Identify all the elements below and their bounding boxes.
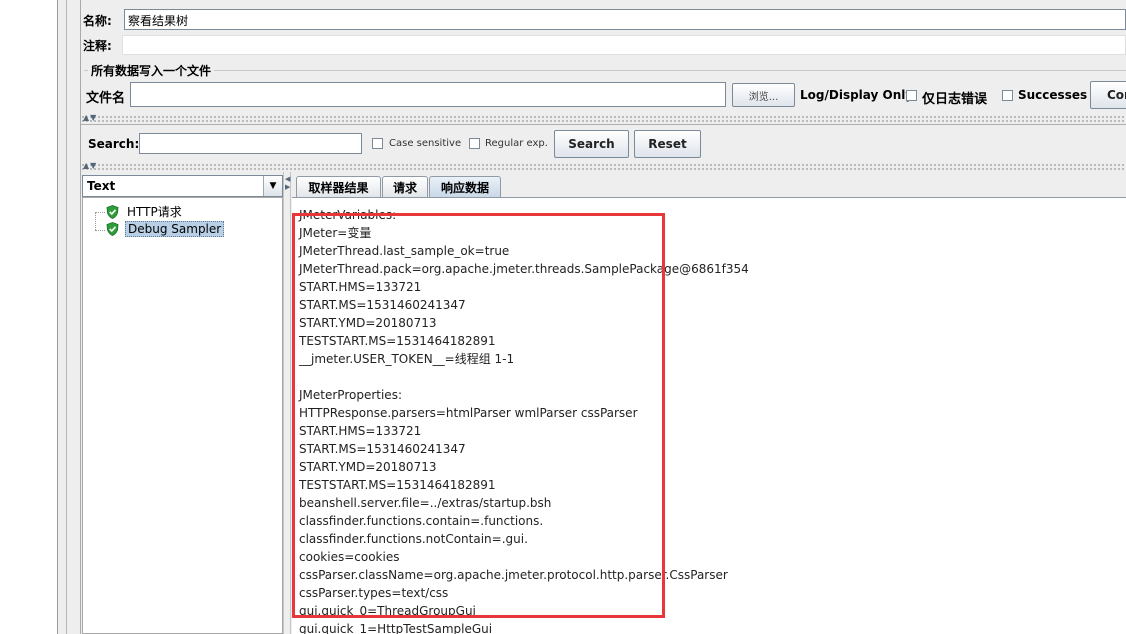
response-line: classfinder.functions.contain=.functions… xyxy=(299,514,544,528)
response-line: JMeterThread.pack=org.apache.jmeter.thre… xyxy=(299,262,749,276)
tree-item-label: Debug Sampler xyxy=(125,221,225,237)
search-panel-border xyxy=(81,124,1126,125)
tree-item-debug-sampler[interactable]: Debug Sampler xyxy=(106,221,225,237)
left-blank-area xyxy=(0,0,57,634)
search-input[interactable] xyxy=(139,133,362,154)
filename-label: 文件名 xyxy=(86,91,126,106)
comment-input[interactable] xyxy=(122,35,1126,55)
left-gutter xyxy=(58,0,67,634)
name-input[interactable]: 察看结果树 xyxy=(124,9,1126,30)
success-shield-icon xyxy=(106,204,119,219)
configure-button[interactable]: Con xyxy=(1090,81,1126,109)
response-line: __jmeter.USER_TOKEN__=线程组 1-1 xyxy=(299,352,515,366)
successes-checkbox[interactable] xyxy=(1002,90,1013,101)
reset-button[interactable]: Reset xyxy=(634,130,701,158)
tree-connector-h xyxy=(95,230,105,232)
response-line: START.MS=1531460241347 xyxy=(299,298,466,312)
search-button[interactable]: Search xyxy=(554,130,629,158)
name-label: 名称: xyxy=(83,14,112,28)
response-line: classfinder.functions.notContain=.gui. xyxy=(299,532,528,546)
tab-response-data[interactable]: 响应数据 xyxy=(429,176,501,197)
renderer-select[interactable]: Text ▼ xyxy=(82,175,283,197)
result-tree xyxy=(82,197,283,634)
tab-sampler-result[interactable]: 取样器结果 xyxy=(296,176,381,197)
splitter-arrows-top[interactable]: ▲▼ xyxy=(83,113,97,122)
response-line: cssParser.types=text/css xyxy=(299,586,449,600)
tree-connector xyxy=(95,212,97,230)
case-sensitive-label: Case sensitive xyxy=(389,138,462,149)
response-line: START.HMS=133721 xyxy=(299,280,422,294)
tab-request[interactable]: 请求 xyxy=(382,176,428,197)
response-line: START.MS=1531460241347 xyxy=(299,442,466,456)
log-display-label: Log/Display Only: xyxy=(800,88,918,102)
regex-checkbox[interactable] xyxy=(469,138,480,149)
response-line: gui.quick_1=HttpTestSampleGui xyxy=(299,622,493,634)
response-line: cookies=cookies xyxy=(299,550,400,564)
response-line: START.HMS=133721 xyxy=(299,424,422,438)
response-text: JMeterVariables: JMeter=变量 JMeterThread.la… xyxy=(299,206,749,634)
response-line: gui.quick_0=ThreadGroupGui xyxy=(299,604,476,618)
chevron-down-icon[interactable]: ▼ xyxy=(263,176,282,196)
splitter-arrows-vertical[interactable]: ◀ ▶ xyxy=(285,175,290,191)
response-line: cssParser.className=org.apache.jmeter.pr… xyxy=(299,568,728,582)
tree-item-label: HTTP请求 xyxy=(127,205,182,219)
response-line: TESTSTART.MS=1531464182891 xyxy=(299,334,496,348)
splitter-arrows-middle[interactable]: ▲▼ xyxy=(83,161,97,170)
inner-border xyxy=(80,0,81,634)
response-line: JMeterVariables: xyxy=(299,208,397,222)
response-line xyxy=(299,368,749,386)
tree-item-http-request[interactable]: HTTP请求 xyxy=(106,203,184,220)
tree-connector-h2 xyxy=(95,212,105,214)
response-line: START.YMD=20180713 xyxy=(299,460,437,474)
browse-button[interactable]: 浏览... xyxy=(732,83,795,107)
errors-only-checkbox[interactable] xyxy=(906,90,917,101)
response-line: beanshell.server.file=../extras/startup.… xyxy=(299,496,552,510)
file-group-title: 所有数据写入一个文件 xyxy=(88,62,215,79)
response-line: START.YMD=20180713 xyxy=(299,316,437,330)
renderer-select-value: Text xyxy=(87,179,116,193)
response-line: TESTSTART.MS=1531464182891 xyxy=(299,478,496,492)
splitter-top[interactable] xyxy=(81,115,1126,122)
successes-label: Successes xyxy=(1018,88,1088,102)
response-line: JMeterThread.last_sample_ok=true xyxy=(299,244,510,258)
regex-label: Regular exp. xyxy=(485,138,548,149)
response-line: JMeter=变量 xyxy=(299,226,372,240)
comment-label: 注释: xyxy=(83,39,112,53)
errors-only-label: 仅日志错误 xyxy=(922,92,988,107)
filename-input[interactable] xyxy=(130,82,726,107)
success-shield-icon xyxy=(106,222,119,236)
case-sensitive-checkbox[interactable] xyxy=(372,138,383,149)
response-line: HTTPResponse.parsers=htmlParser wmlParse… xyxy=(299,406,638,420)
search-label: Search: xyxy=(88,137,140,151)
response-line: JMeterProperties: xyxy=(299,388,402,402)
splitter-middle[interactable] xyxy=(81,163,1126,170)
response-data-panel[interactable]: JMeterVariables: JMeter=变量 JMeterThread.la… xyxy=(292,197,1126,634)
vertical-splitter[interactable]: ◀ ▶ xyxy=(283,172,291,634)
file-group-border xyxy=(84,70,1126,71)
